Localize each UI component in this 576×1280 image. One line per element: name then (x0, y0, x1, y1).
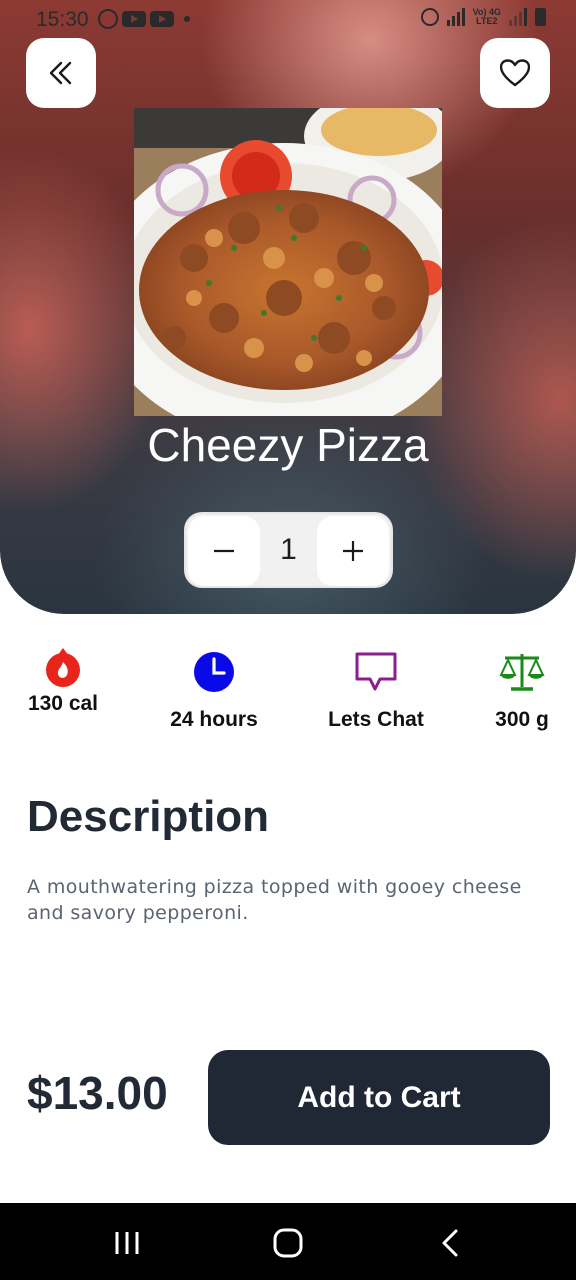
hotspot-icon (420, 8, 439, 26)
stat-calories-label: 130 cal (27, 692, 99, 715)
chat-icon (322, 650, 430, 694)
add-to-cart-button[interactable]: Add to Cart (208, 1050, 550, 1145)
scale-icon (488, 650, 556, 694)
description-text: A mouthwatering pizza topped with gooey … (27, 876, 522, 924)
youtube-icon (150, 11, 174, 27)
plus-icon (343, 541, 363, 561)
price-label: $13.00 (27, 1067, 168, 1119)
youtube-icon (122, 11, 146, 27)
dish-image (134, 108, 442, 416)
stat-time: 24 hours (164, 650, 264, 732)
clock-icon (164, 650, 264, 694)
back-arrow-icon (442, 1229, 458, 1257)
battery-icon (535, 8, 546, 26)
minus-icon (214, 549, 234, 553)
hero-header: 15:30 Vo) 4G LTE2 Cheezy Pizza 1 (0, 0, 576, 614)
system-navigation-bar (0, 1203, 576, 1280)
stat-calories: 130 cal (22, 640, 104, 716)
stat-weight-label: 300 g (495, 708, 549, 731)
decrease-quantity-button[interactable] (188, 516, 260, 586)
status-notification-icons (98, 9, 190, 29)
home-icon (273, 1228, 303, 1258)
heart-outline-icon (500, 59, 530, 87)
network-bottom-text: LTE2 (476, 16, 498, 26)
double-chevron-left-icon (49, 61, 72, 85)
signal-icon (446, 8, 465, 26)
status-bar: 15:30 Vo) 4G LTE2 (0, 0, 576, 40)
signal-icon-2 (509, 8, 527, 26)
recent-apps-button[interactable] (97, 1221, 157, 1265)
whatsapp-icon (98, 9, 118, 29)
status-system-icons: Vo) 4G LTE2 (420, 8, 546, 26)
more-notifications-dot-icon (184, 16, 190, 22)
stat-time-label: 24 hours (170, 708, 258, 731)
stat-chat-label: Lets Chat (328, 708, 424, 731)
home-button[interactable] (258, 1221, 318, 1265)
stat-chat[interactable]: Lets Chat (322, 650, 430, 732)
back-button[interactable] (26, 38, 96, 108)
fire-icon (22, 640, 104, 692)
quantity-stepper: 1 (184, 512, 393, 588)
increase-quantity-button[interactable] (317, 516, 389, 586)
nutrition-stats-row: 130 cal 24 hours Lets Chat 300 g (0, 640, 576, 750)
recent-apps-icon (115, 1232, 139, 1254)
back-nav-button[interactable] (420, 1221, 480, 1265)
quantity-value: 1 (280, 533, 297, 566)
status-time: 15:30 (36, 8, 89, 31)
favorite-button[interactable] (480, 38, 550, 108)
stat-weight: 300 g (488, 650, 556, 732)
dish-title: Cheezy Pizza (147, 419, 429, 471)
description-heading: Description (27, 792, 270, 841)
network-type-label: Vo) 4G LTE2 (473, 8, 501, 26)
